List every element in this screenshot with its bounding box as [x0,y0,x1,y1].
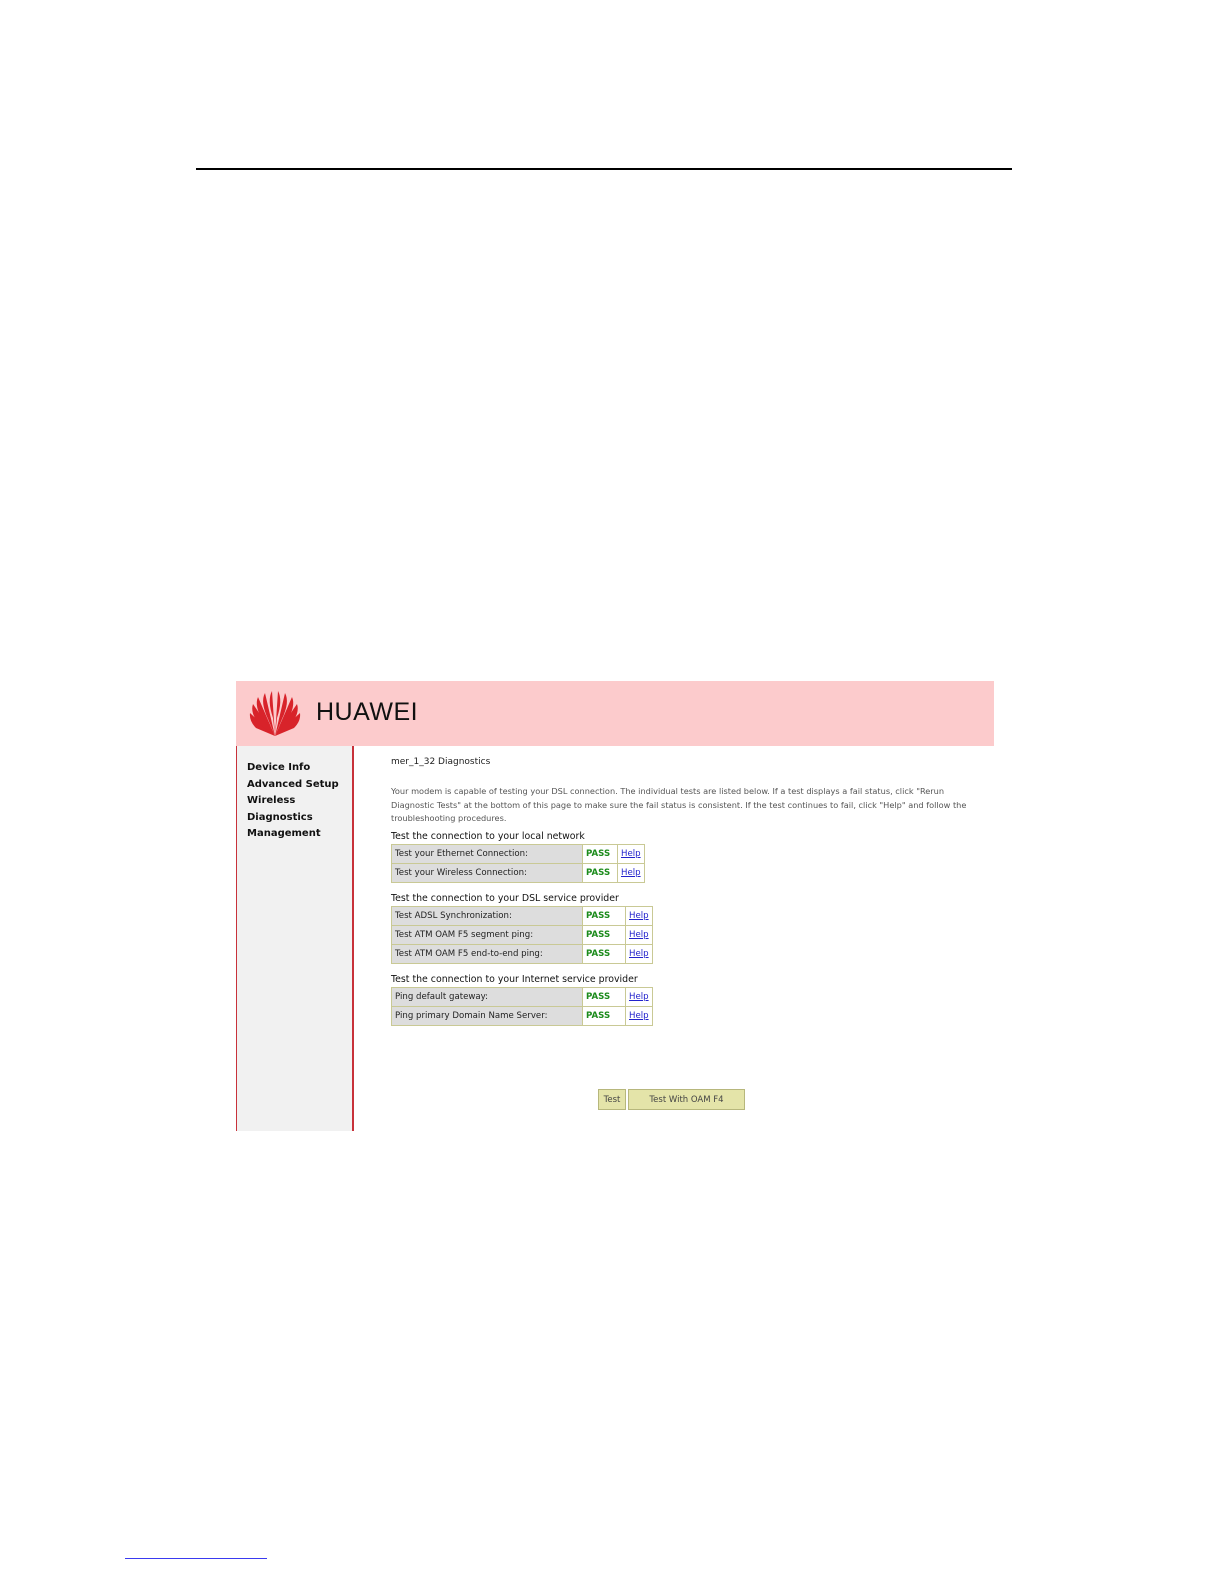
sidebar-item-advanced-setup[interactable]: Advanced Setup [237,777,339,794]
router-web-ui-screenshot: HUAWEI Device Info Advanced Setup Wirele… [236,681,994,1131]
diagnostics-table: Test your Ethernet Connection: PASS Help… [391,843,645,883]
section-dsl-provider: Test the connection to your DSL service … [391,892,981,964]
sidebar-item-device-info[interactable]: Device Info [237,760,339,777]
status-badge: PASS [582,924,626,945]
sidebar-item-diagnostics[interactable]: Diagnostics [237,810,339,827]
table-row: Test ATM OAM F5 segment ping: PASS Help [391,924,653,945]
sidebar-item-wireless[interactable]: Wireless [237,793,339,810]
section-internet-provider: Test the connection to your Internet ser… [391,973,981,1026]
main-content: mer_1_32 Diagnostics Your modem is capab… [391,757,981,1035]
status-badge: PASS [582,1005,626,1026]
sidebar-nav: Device Info Advanced Setup Wireless Diag… [237,760,339,843]
page-top-rule [196,168,1012,170]
status-badge: PASS [582,862,618,883]
table-row: Ping primary Domain Name Server: PASS He… [391,1005,653,1026]
test-with-oam-f4-button[interactable]: Test With OAM F4 [628,1089,745,1110]
section-local-network: Test the connection to your local networ… [391,830,981,883]
test-label: Test ATM OAM F5 end-to-end ping: [391,943,583,964]
table-row: Test ADSL Synchronization: PASS Help [391,905,653,926]
section-title: Test the connection to your Internet ser… [391,973,638,985]
table-row: Test your Wireless Connection: PASS Help [391,862,645,883]
help-link[interactable]: Help [629,930,649,940]
status-badge: PASS [582,905,626,926]
test-label: Test ADSL Synchronization: [391,905,583,926]
help-link[interactable]: Help [629,992,649,1002]
help-link[interactable]: Help [621,849,641,859]
table-row: Test your Ethernet Connection: PASS Help [391,843,645,864]
sidebar: Device Info Advanced Setup Wireless Diag… [236,746,354,1131]
section-title: Test the connection to your DSL service … [391,892,619,904]
diagnostics-table: Ping default gateway: PASS Help Ping pri… [391,986,653,1026]
help-link[interactable]: Help [629,949,649,959]
test-label: Test your Ethernet Connection: [391,843,583,864]
page-title: mer_1_32 Diagnostics [391,757,491,767]
status-badge: PASS [582,843,618,864]
test-label: Ping default gateway: [391,986,583,1007]
table-row: Test ATM OAM F5 end-to-end ping: PASS He… [391,943,653,964]
brand-name: HUAWEI [316,698,419,726]
test-label: Ping primary Domain Name Server: [391,1005,583,1026]
footnote-rule [125,1558,267,1559]
help-link[interactable]: Help [629,1011,649,1021]
help-link[interactable]: Help [629,911,649,921]
test-label: Test your Wireless Connection: [391,862,583,883]
header-banner: HUAWEI [236,681,994,746]
test-label: Test ATM OAM F5 segment ping: [391,924,583,945]
intro-text: Your modem is capable of testing your DS… [391,786,967,823]
sidebar-item-management[interactable]: Management [237,826,339,843]
section-title: Test the connection to your local networ… [391,830,585,842]
diagnostics-table: Test ADSL Synchronization: PASS Help Tes… [391,905,653,964]
huawei-logo-icon [249,691,301,736]
status-badge: PASS [582,943,626,964]
test-button[interactable]: Test [598,1089,626,1110]
table-row: Ping default gateway: PASS Help [391,986,653,1007]
status-badge: PASS [582,986,626,1007]
help-link[interactable]: Help [621,868,641,878]
action-buttons: Test Test With OAM F4 [598,1087,747,1110]
